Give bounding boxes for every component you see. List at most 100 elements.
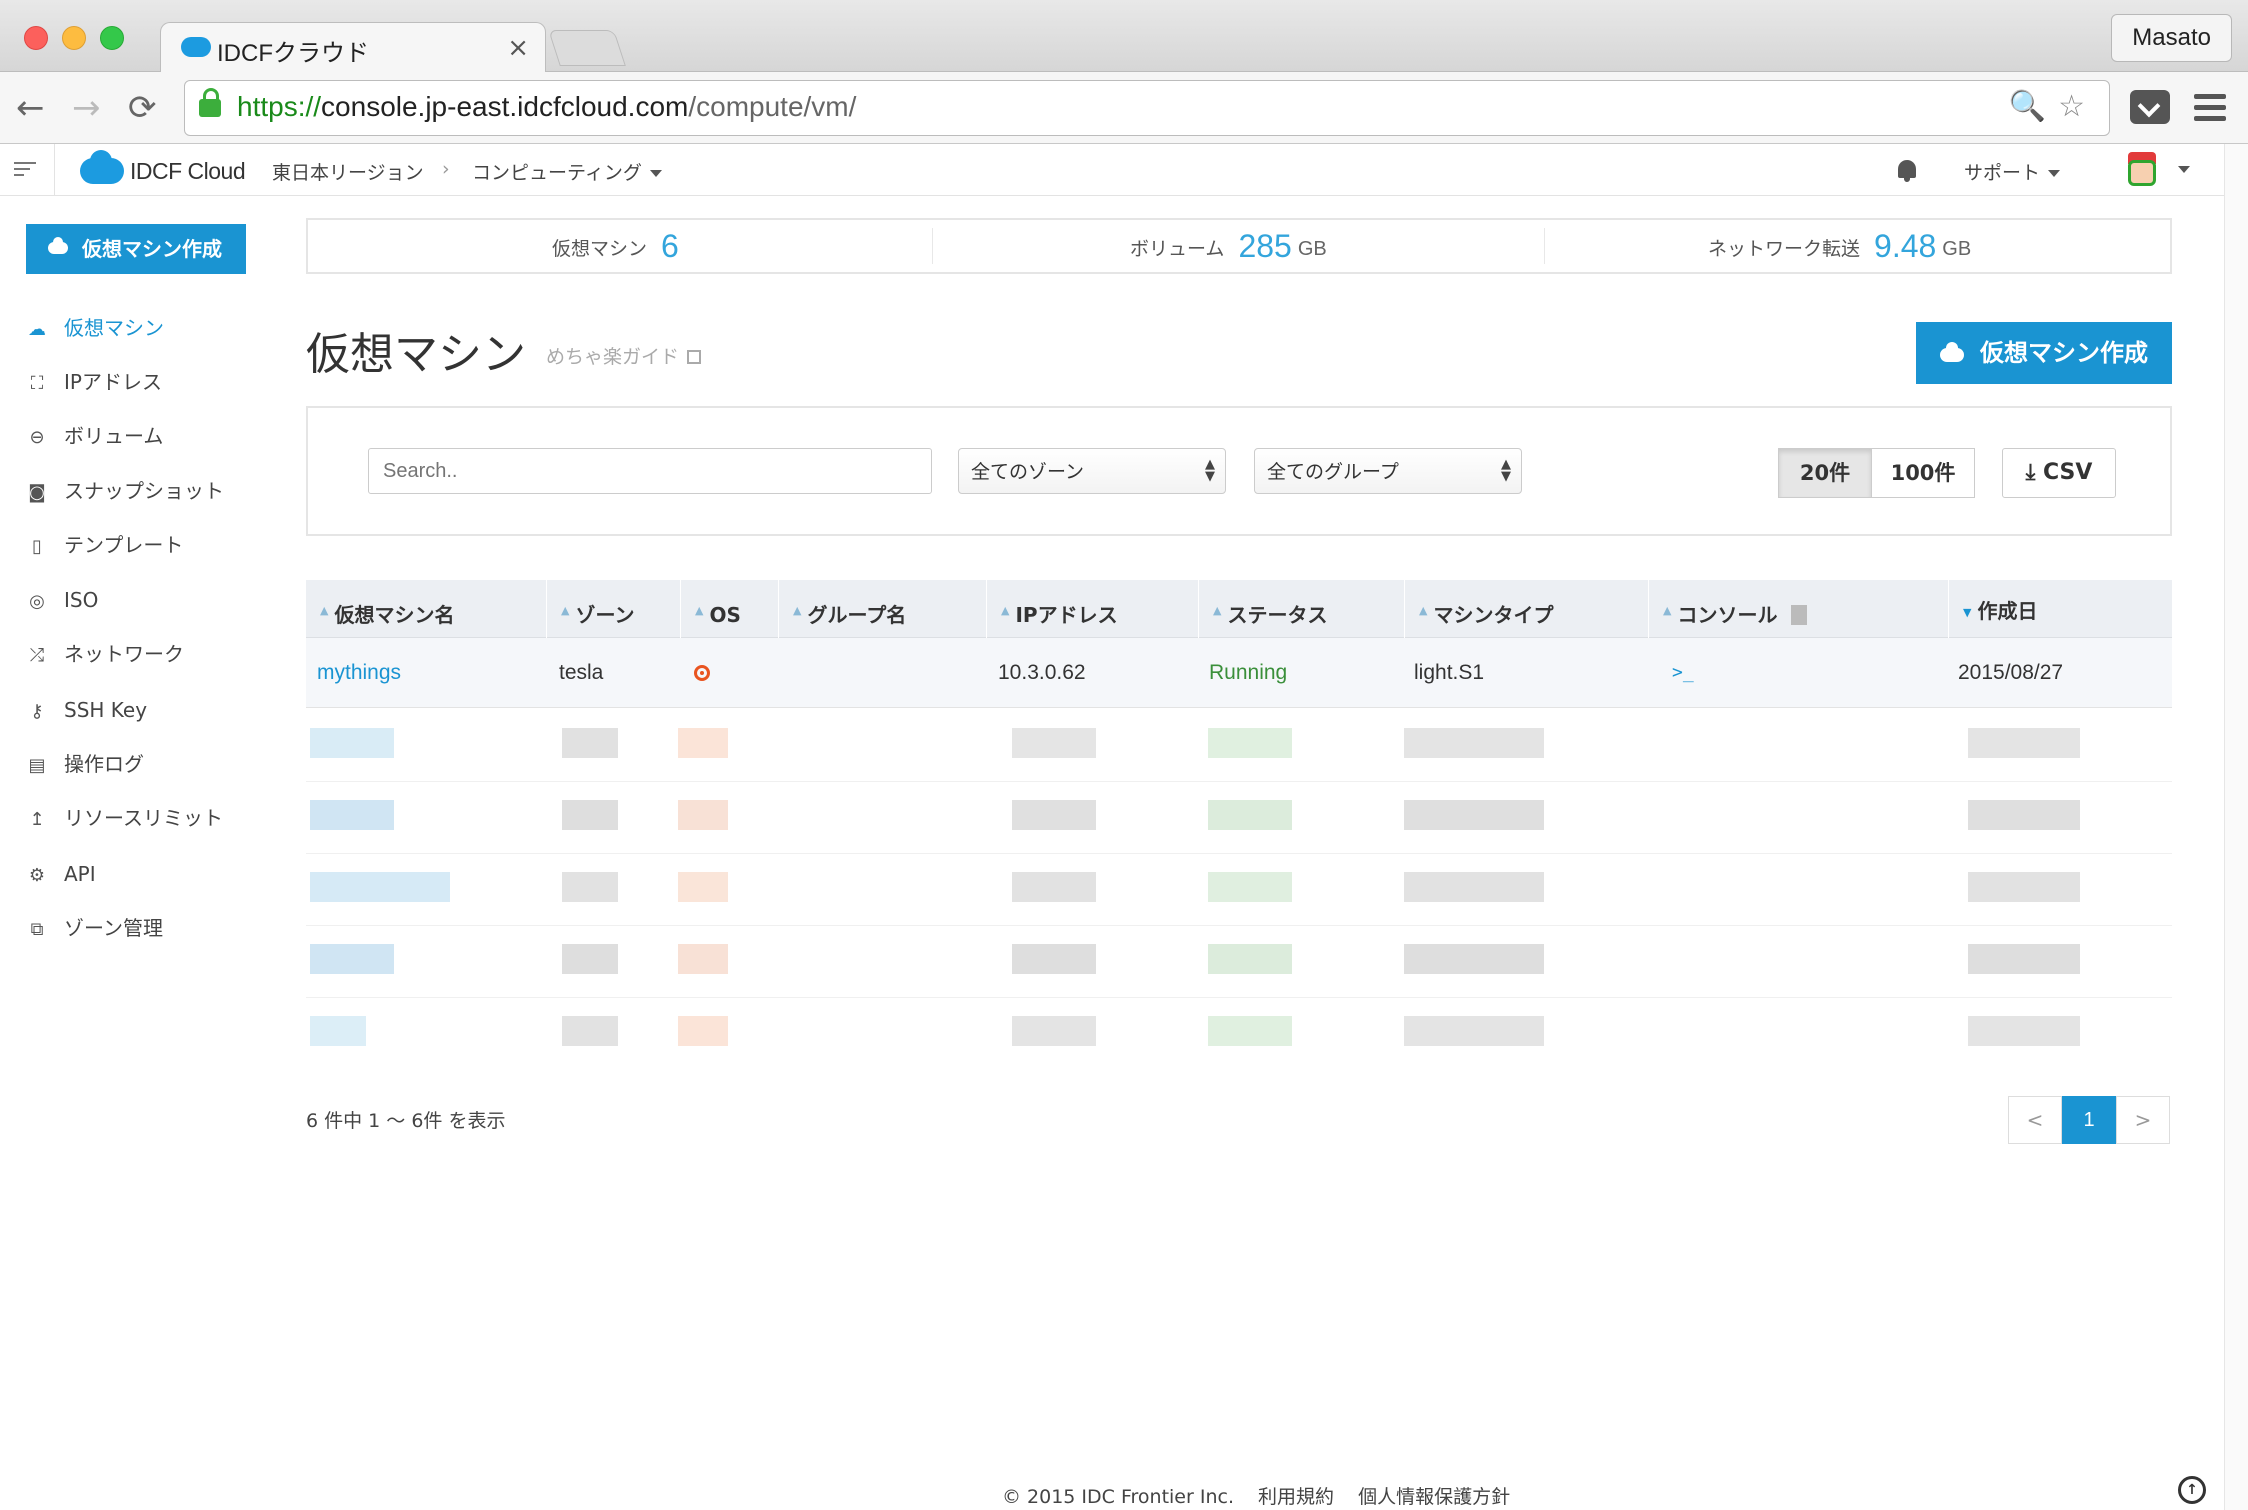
shuffle-icon: ⤮	[29, 645, 45, 666]
guide-link[interactable]: めちゃ楽ガイド	[546, 342, 702, 369]
privacy-link[interactable]: 個人情報保護方針	[1358, 1486, 1510, 1508]
sidebar-item-log[interactable]: ▤ 操作ログ	[26, 749, 144, 779]
sidebar-item-api[interactable]: ⚙ API	[26, 859, 96, 889]
new-tab-button[interactable]	[548, 30, 626, 66]
sidebar-item-resource-limit[interactable]: ↥ リソースリミット	[26, 803, 223, 833]
back-arrow-icon[interactable]: ←	[16, 88, 45, 128]
page-title: 仮想マシン	[306, 329, 526, 380]
forward-arrow-icon[interactable]: →	[72, 88, 101, 128]
column-label: OS	[709, 603, 741, 627]
page-size-100-button[interactable]: 100件	[1871, 448, 1975, 498]
network-tree-icon: ⛶	[30, 373, 44, 394]
avatar[interactable]	[2124, 152, 2160, 188]
redacted-block	[1012, 944, 1096, 974]
summary-stats: 仮想マシン 6 ボリューム 285 GB ネットワーク転送 9.48 GB	[306, 218, 2172, 274]
column-os[interactable]: ▲ OS	[680, 580, 778, 638]
close-window-button[interactable]	[24, 26, 48, 50]
header-divider	[54, 144, 55, 196]
cloud-icon: ☁	[28, 319, 46, 340]
sort-icon: ▲	[561, 604, 570, 617]
address-bar[interactable]: https://console.jp-east.idcfcloud.com/co…	[184, 80, 2110, 136]
file-icon: ▯	[32, 536, 42, 557]
scrollbar[interactable]	[2224, 144, 2248, 1510]
group-select[interactable]: 全てのグループ ▲ ▼	[1254, 448, 1522, 494]
column-status[interactable]: ▲ ステータス	[1198, 580, 1404, 638]
zoom-and-bookmark-icon[interactable]: 🔍☆	[2009, 89, 2097, 124]
sort-icon: ▲	[1663, 604, 1672, 617]
sidebar-item-ssh-key[interactable]: ⚷ SSH Key	[26, 695, 147, 725]
console-icon[interactable]: >_	[1672, 638, 1694, 708]
pagination-prev-button[interactable]: <	[2008, 1096, 2062, 1144]
redacted-block	[562, 800, 618, 830]
zone-select[interactable]: 全てのゾーン ▲ ▼	[958, 448, 1226, 494]
search-input[interactable]	[368, 448, 932, 494]
document-icon: ▤	[28, 755, 46, 776]
sidebar-item-snapshot[interactable]: ◙ スナップショット	[26, 476, 224, 506]
sidebar-item-ip[interactable]: ⛶ IPアドレス	[26, 367, 162, 397]
sidebar-item-zone[interactable]: ⧉ ゾーン管理	[26, 913, 163, 943]
redacted-block	[1208, 872, 1292, 902]
browser-tab[interactable]: IDCFクラウド ×	[160, 22, 546, 74]
redacted-block	[1404, 872, 1544, 902]
sidebar-create-vm-button[interactable]: 仮想マシン作成	[26, 224, 246, 274]
table-row[interactable]: mythings tesla 10.3.0.62 Running light.S…	[306, 638, 2172, 708]
redacted-block	[562, 1016, 618, 1046]
sort-icon: ▲	[1001, 604, 1010, 617]
vm-name-link[interactable]: mythings	[317, 638, 401, 708]
redacted-block	[1404, 728, 1544, 758]
sort-icon: ▲	[793, 604, 802, 617]
pocket-icon[interactable]	[2130, 90, 2170, 124]
browser-menu-icon[interactable]	[2194, 94, 2226, 127]
group-select-value: 全てのグループ	[1267, 461, 1399, 483]
breadcrumb-service[interactable]: コンピューティング	[472, 158, 662, 185]
key-icon: ⚷	[30, 701, 44, 722]
sidebar-item-volume[interactable]: ⊖ ボリューム	[26, 421, 163, 451]
sidebar-item-template[interactable]: ▯ テンプレート	[26, 530, 183, 560]
pagination-next-button[interactable]: >	[2116, 1096, 2170, 1144]
vm-status: Running	[1209, 661, 1288, 684]
column-machine-type[interactable]: ▲ マシンタイプ	[1404, 580, 1648, 638]
create-vm-button[interactable]: 仮想マシン作成	[1916, 322, 2172, 384]
csv-download-button[interactable]: ⤓ CSV	[2002, 448, 2116, 498]
reload-icon[interactable]: ⟳	[128, 88, 157, 128]
sidebar-item-label: 操作ログ	[64, 752, 144, 776]
logo-text[interactable]: IDCF Cloud	[130, 158, 246, 185]
breadcrumb-region[interactable]: 東日本リージョン	[272, 158, 424, 185]
sidebar-item-label: ゾーン管理	[64, 916, 163, 940]
bell-icon[interactable]	[1898, 160, 1916, 182]
sidebar-item-iso[interactable]: ◎ ISO	[26, 585, 98, 615]
column-created[interactable]: ▼ 作成日	[1948, 580, 2172, 638]
pagination-page-1[interactable]: 1	[2062, 1096, 2116, 1144]
scroll-to-top-icon[interactable]: ↑	[2178, 1476, 2206, 1504]
sidebar-item-vm[interactable]: ☁ 仮想マシン	[26, 313, 164, 343]
stat-vm[interactable]: 仮想マシン 6	[552, 220, 679, 272]
terms-link[interactable]: 利用規約	[1258, 1486, 1334, 1508]
ubuntu-icon	[694, 665, 710, 681]
stat-transfer[interactable]: ネットワーク転送 9.48 GB	[1708, 220, 1971, 272]
column-zone[interactable]: ▲ ゾーン	[546, 580, 680, 638]
redacted-block	[310, 944, 394, 974]
minimize-window-button[interactable]	[62, 26, 86, 50]
idcf-logo-icon[interactable]	[80, 150, 124, 184]
column-vm-name[interactable]: ▲ 仮想マシン名	[306, 580, 546, 638]
profile-button[interactable]: Masato	[2111, 14, 2232, 62]
stat-volume[interactable]: ボリューム 285 GB	[1130, 220, 1327, 272]
column-label: ゾーン	[575, 603, 635, 627]
column-ip[interactable]: ▲ IPアドレス	[986, 580, 1198, 638]
tab-close-icon[interactable]: ×	[507, 33, 529, 63]
page-size-20-button[interactable]: 20件	[1778, 448, 1872, 498]
footer-links: © 2015 IDC Frontier Inc. 利用規約 個人情報保護方針	[1002, 1482, 1528, 1509]
chevron-down-icon[interactable]	[2178, 166, 2190, 173]
zoom-window-button[interactable]	[100, 26, 124, 50]
sidebar-toggle-icon[interactable]	[14, 162, 36, 180]
sidebar-item-network[interactable]: ⤮ ネットワーク	[26, 639, 184, 669]
column-console[interactable]: ▲ コンソール	[1648, 580, 1948, 638]
sidebar-item-label: リソースリミット	[64, 806, 223, 830]
column-group[interactable]: ▲ グループ名	[778, 580, 986, 638]
url-text[interactable]: https://console.jp-east.idcfcloud.com/co…	[237, 91, 856, 123]
avatar-face	[2128, 160, 2156, 186]
chevron-down-icon	[649, 170, 662, 177]
support-menu[interactable]: サポート	[1964, 158, 2061, 185]
redacted-block	[1404, 800, 1544, 830]
sidebar-item-label: スナップショット	[64, 479, 224, 503]
